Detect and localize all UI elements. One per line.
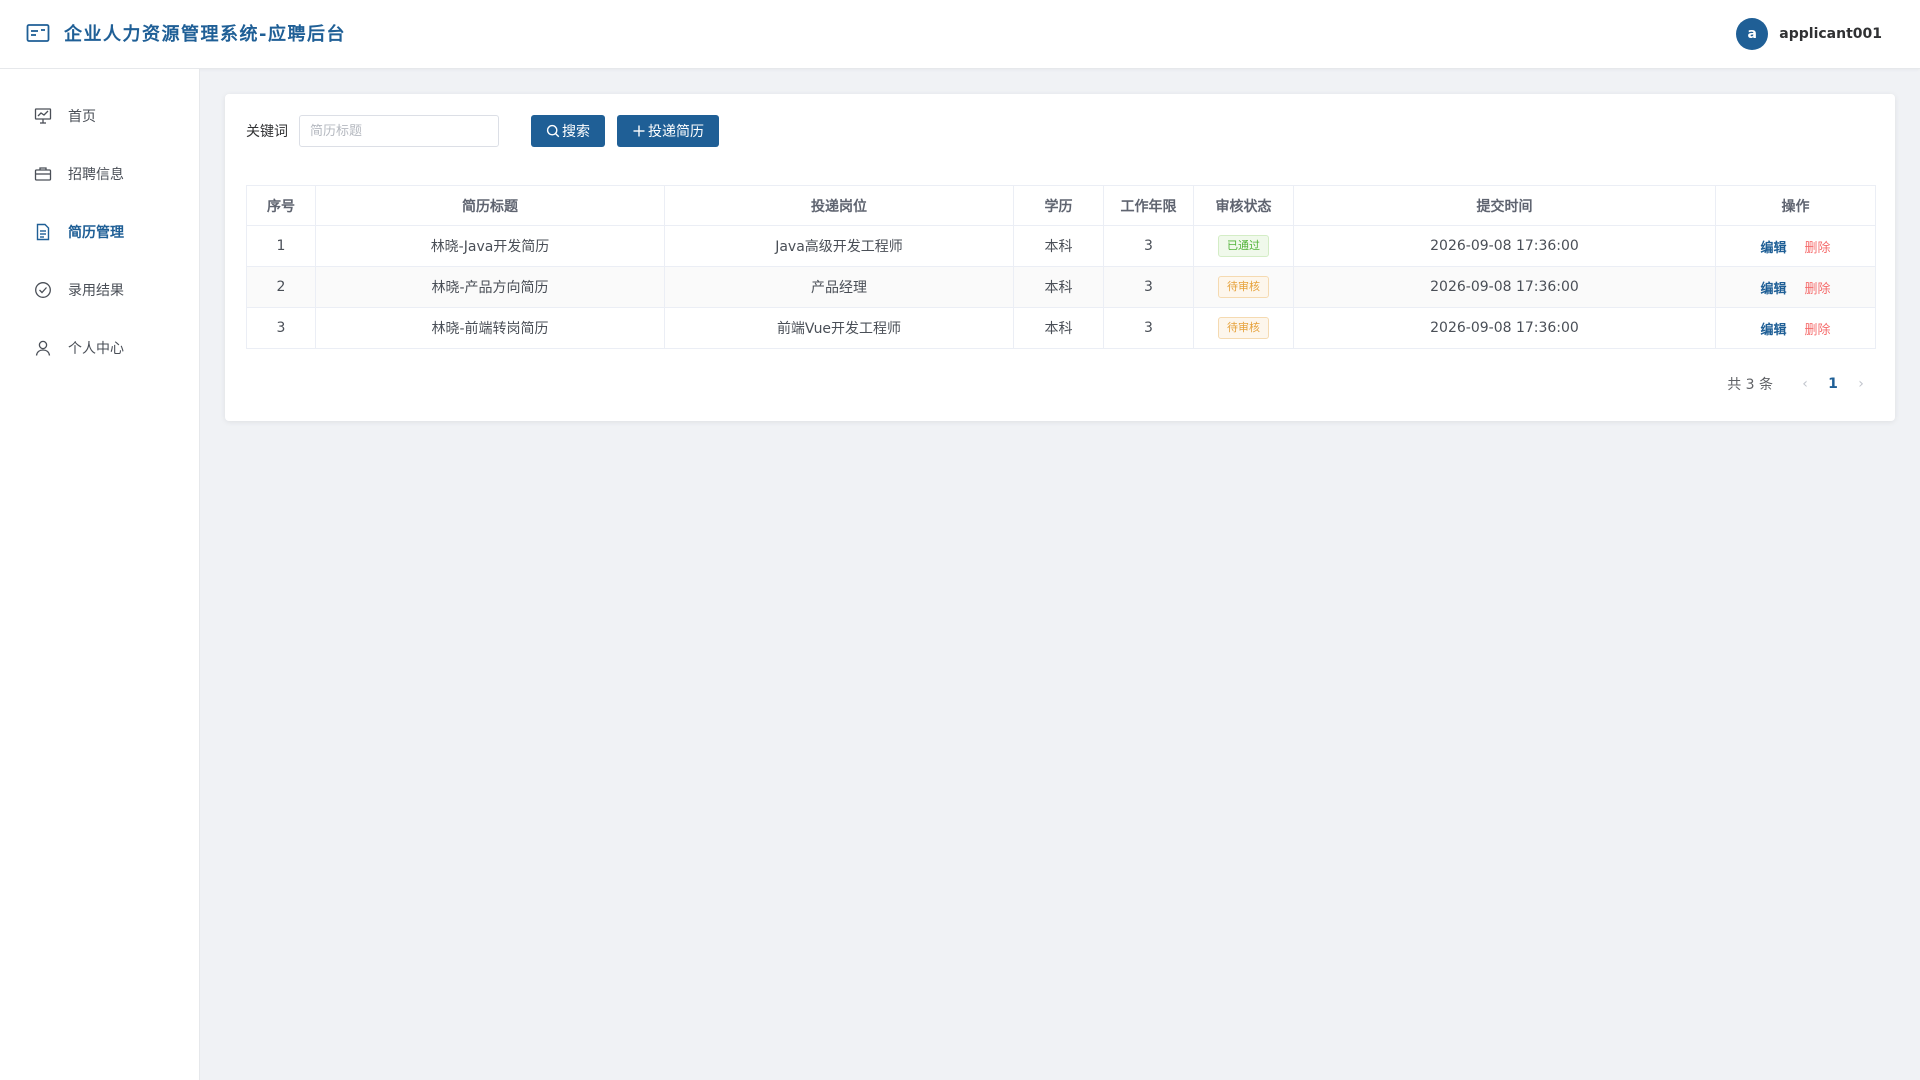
cell-title: 林晓-产品方向简历 (315, 266, 665, 308)
table-header-row: 序号 简历标题 投递岗位 学历 工作年限 审核状态 提交时间 操作 (246, 185, 1876, 226)
briefcase-icon (34, 165, 52, 183)
edit-button[interactable]: 编辑 (1760, 323, 1786, 338)
status-badge: 待审核 (1218, 276, 1269, 298)
delete-button[interactable]: 删除 (1805, 241, 1831, 256)
app-title: 企业人力资源管理系统-应聘后台 (64, 24, 346, 45)
cell-education: 本科 (1013, 307, 1104, 349)
sidebar-item-label: 录用结果 (68, 283, 124, 299)
id-card-icon (26, 21, 50, 45)
cell-years: 3 (1103, 307, 1194, 349)
plus-icon (632, 124, 646, 138)
column-header-position: 投递岗位 (664, 185, 1014, 226)
sidebar-item-home[interactable]: 首页 (0, 87, 199, 145)
sidebar-item-resume[interactable]: 简历管理 (0, 203, 199, 261)
sidebar-item-profile[interactable]: 个人中心 (0, 319, 199, 377)
cell-education: 本科 (1013, 266, 1104, 308)
resume-table: 序号 简历标题 投递岗位 学历 工作年限 审核状态 提交时间 操作 1 林晓-J… (246, 185, 1876, 349)
delete-button[interactable]: 删除 (1805, 323, 1831, 338)
sidebar-item-offer-result[interactable]: 录用结果 (0, 261, 199, 319)
user-icon (34, 339, 52, 357)
search-toolbar: 关键词 搜索 投递简历 (246, 115, 719, 147)
table-row: 1 林晓-Java开发简历 Java高级开发工程师 本科 3 已通过 2026-… (246, 225, 1876, 267)
cell-position: Java高级开发工程师 (664, 225, 1014, 267)
cell-status: 已通过 (1193, 225, 1294, 267)
submit-resume-button[interactable]: 投递简历 (617, 115, 719, 147)
cell-actions: 编辑 删除 (1715, 307, 1876, 349)
presentation-icon (34, 107, 52, 125)
search-button-label: 搜索 (562, 124, 590, 140)
sidebar-item-label: 首页 (68, 109, 96, 125)
pagination-total: 共 3 条 (1727, 377, 1773, 393)
column-header-time: 提交时间 (1293, 185, 1716, 226)
column-header-title: 简历标题 (315, 185, 665, 226)
keyword-label: 关键词 (246, 124, 288, 140)
document-icon (34, 223, 52, 241)
submit-resume-button-label: 投递简历 (648, 124, 704, 140)
cell-education: 本科 (1013, 225, 1104, 267)
column-header-status: 审核状态 (1193, 185, 1294, 226)
column-header-education: 学历 (1013, 185, 1104, 226)
cell-index: 2 (246, 266, 316, 308)
username[interactable]: applicant001 (1779, 26, 1882, 42)
cell-actions: 编辑 删除 (1715, 266, 1876, 308)
column-header-actions: 操作 (1715, 185, 1876, 226)
user-menu[interactable]: a applicant001 (1736, 18, 1882, 50)
table-row: 2 林晓-产品方向简历 产品经理 本科 3 待审核 2026-09-08 17:… (246, 266, 1876, 308)
edit-button[interactable]: 编辑 (1760, 282, 1786, 297)
cell-years: 3 (1103, 266, 1194, 308)
resume-list-card: 关键词 搜索 投递简历 (225, 94, 1895, 421)
sidebar-item-label: 招聘信息 (68, 167, 124, 183)
sidebar-item-label: 简历管理 (68, 225, 124, 241)
brand: 企业人力资源管理系统-应聘后台 (26, 20, 346, 46)
search-icon (546, 124, 560, 138)
cell-time: 2026-09-08 17:36:00 (1293, 266, 1716, 308)
chevron-left-icon[interactable]: ‹ (1793, 376, 1817, 392)
cell-index: 3 (246, 307, 316, 349)
chevron-right-icon[interactable]: › (1849, 376, 1873, 392)
top-header: 企业人力资源管理系统-应聘后台 a applicant001 (0, 0, 1920, 69)
cell-position: 前端Vue开发工程师 (664, 307, 1014, 349)
cell-title: 林晓-前端转岗简历 (315, 307, 665, 349)
delete-button[interactable]: 删除 (1805, 282, 1831, 297)
sidebar-item-label: 个人中心 (68, 341, 124, 357)
search-button[interactable]: 搜索 (531, 115, 605, 147)
keyword-input[interactable] (299, 115, 499, 147)
cell-actions: 编辑 删除 (1715, 225, 1876, 267)
cell-position: 产品经理 (664, 266, 1014, 308)
pagination: 共 3 条 ‹ 1 › (1727, 374, 1873, 394)
cell-index: 1 (246, 225, 316, 267)
column-header-years: 工作年限 (1103, 185, 1194, 226)
column-header-index: 序号 (246, 185, 316, 226)
cell-status: 待审核 (1193, 266, 1294, 308)
cell-status: 待审核 (1193, 307, 1294, 349)
status-badge: 已通过 (1218, 235, 1269, 257)
cell-time: 2026-09-08 17:36:00 (1293, 225, 1716, 267)
cell-title: 林晓-Java开发简历 (315, 225, 665, 267)
sidebar-item-recruitment[interactable]: 招聘信息 (0, 145, 199, 203)
cell-years: 3 (1103, 225, 1194, 267)
table-row: 3 林晓-前端转岗简历 前端Vue开发工程师 本科 3 待审核 2026-09-… (246, 307, 1876, 349)
edit-button[interactable]: 编辑 (1760, 241, 1786, 256)
check-circle-icon (34, 281, 52, 299)
avatar[interactable]: a (1736, 18, 1769, 50)
sidebar: 首页 招聘信息 简历管理 录用结果 个人中心 (0, 69, 200, 1080)
pagination-page-current[interactable]: 1 (1817, 376, 1849, 392)
status-badge: 待审核 (1218, 317, 1269, 339)
cell-time: 2026-09-08 17:36:00 (1293, 307, 1716, 349)
